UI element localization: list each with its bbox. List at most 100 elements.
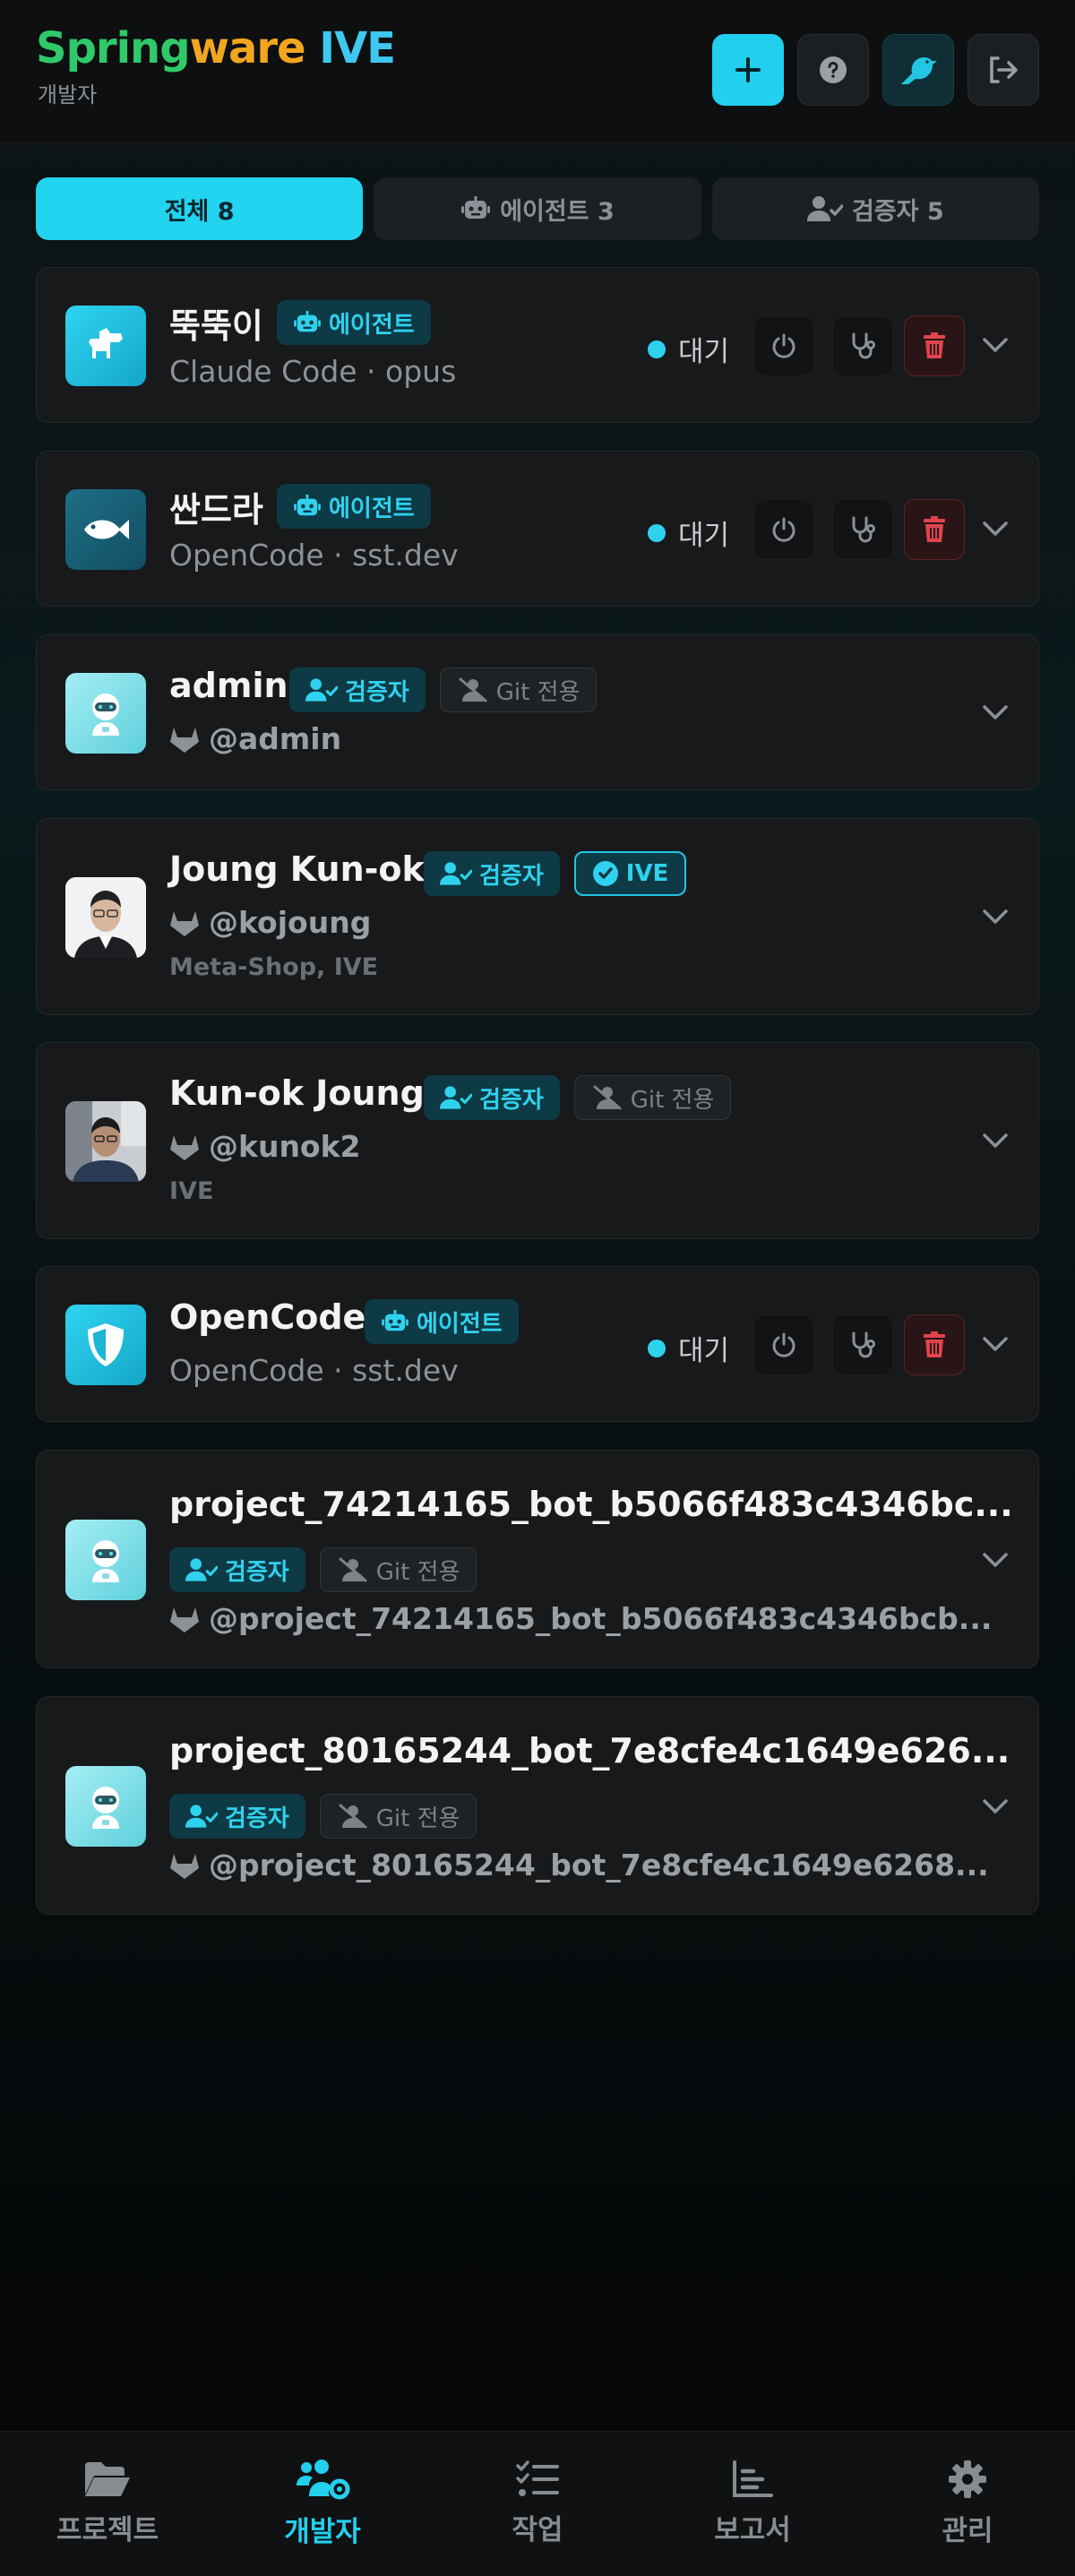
logout-button[interactable] bbox=[968, 34, 1039, 106]
nav-reports[interactable]: 보고서 bbox=[645, 2432, 860, 2576]
robot-icon bbox=[294, 495, 321, 516]
chevron-down-icon bbox=[983, 1133, 1008, 1148]
bird-button[interactable] bbox=[882, 34, 954, 106]
git-only-badge: Git 전용 bbox=[439, 668, 598, 712]
verifier-badge-label: 검증자 bbox=[225, 1805, 289, 1832]
user-slash-icon bbox=[593, 1085, 622, 1110]
nav-admin-label: 관리 bbox=[942, 2515, 993, 2547]
app-header: Springware IVE 개발자 bbox=[0, 0, 1075, 143]
nav-admin[interactable]: 관리 bbox=[860, 2432, 1075, 2576]
tab-all[interactable]: 전체 8 bbox=[36, 177, 364, 240]
gitlab-handle: @project_80165244_bot_7e8cfe4c1649e6268.… bbox=[169, 1848, 989, 1882]
task-list-icon bbox=[516, 2460, 559, 2496]
expand-button[interactable] bbox=[979, 329, 1011, 361]
developer-name: Joung Kun-ok bbox=[169, 849, 425, 889]
status-indicator: 대기 bbox=[648, 329, 729, 369]
handle-text: @admin bbox=[209, 721, 342, 756]
verifier-badge-label: 검증자 bbox=[479, 862, 544, 890]
power-button[interactable] bbox=[753, 315, 814, 376]
developer-name: 싼드라 bbox=[169, 490, 263, 530]
stethoscope-icon bbox=[852, 516, 875, 543]
nav-developers[interactable]: 개발자 bbox=[215, 2432, 430, 2576]
bird-icon bbox=[901, 57, 937, 84]
person-photo bbox=[65, 877, 146, 958]
organizations: Meta-Shop, IVE bbox=[169, 953, 379, 981]
shield-icon bbox=[88, 1323, 124, 1366]
health-check-button[interactable] bbox=[832, 315, 893, 376]
status-dot bbox=[648, 523, 666, 542]
power-icon bbox=[772, 517, 796, 542]
nav-projects[interactable]: 프로젝트 bbox=[0, 2432, 215, 2576]
tab-all-label: 전체 8 bbox=[164, 197, 235, 226]
gear-icon bbox=[949, 2460, 986, 2498]
health-check-button[interactable] bbox=[832, 499, 893, 560]
expand-button[interactable] bbox=[979, 900, 1011, 933]
developer-card[interactable]: Joung Kun-ok 검증자 IVE @kojoung Meta-Shop,… bbox=[36, 818, 1039, 1015]
expand-button[interactable] bbox=[979, 1790, 1011, 1822]
developer-card[interactable]: project_80165244_bot_7e8cfe4c1649e626...… bbox=[36, 1696, 1039, 1915]
developer-card[interactable]: OpenCode 에이전트 OpenCode · sst.dev 대기 bbox=[36, 1266, 1039, 1422]
nav-developers-label: 개발자 bbox=[284, 2516, 361, 2548]
delete-button[interactable] bbox=[904, 499, 965, 560]
tab-verifiers[interactable]: 검증자 5 bbox=[711, 177, 1039, 240]
developer-card[interactable]: 뚝뚝이 에이전트 Claude Code · opus 대기 bbox=[36, 267, 1039, 423]
delete-button[interactable] bbox=[904, 1314, 965, 1375]
user-slash-icon bbox=[339, 1804, 367, 1829]
avatar bbox=[65, 1766, 146, 1847]
expand-button[interactable] bbox=[979, 696, 1011, 728]
developer-card[interactable]: Kun-ok Joung 검증자 Git 전용 @kunok2 IVE bbox=[36, 1042, 1039, 1239]
status-text: 대기 bbox=[678, 520, 730, 552]
developer-card[interactable]: admin 검증자 Git 전용 @admin bbox=[36, 634, 1039, 790]
verifier-badge: 검증자 bbox=[289, 668, 426, 712]
developer-name: admin bbox=[169, 666, 288, 705]
add-button[interactable] bbox=[712, 34, 784, 106]
power-icon bbox=[772, 1332, 796, 1357]
gitlab-handle: @kunok2 bbox=[169, 1129, 361, 1164]
expand-button[interactable] bbox=[979, 1328, 1011, 1360]
status-dot bbox=[648, 1339, 666, 1357]
developer-name: 뚝뚝이 bbox=[169, 306, 263, 346]
agent-badge-label: 에이전트 bbox=[329, 495, 415, 522]
user-check-icon bbox=[185, 1558, 218, 1581]
filter-tabs: 전체 8 에이전트 3 검증자 5 bbox=[36, 177, 1039, 240]
bottom-navigation: 프로젝트 개발자 작업 보고서 관리 bbox=[0, 2431, 1075, 2576]
developer-card[interactable]: project_74214165_bot_b5066f483c4346bc...… bbox=[36, 1450, 1039, 1668]
nav-tasks[interactable]: 작업 bbox=[430, 2432, 645, 2576]
user-check-icon bbox=[440, 1086, 472, 1109]
ive-badge: IVE bbox=[573, 851, 687, 896]
developer-card[interactable]: 싼드라 에이전트 OpenCode · sst.dev 대기 bbox=[36, 451, 1039, 607]
user-check-icon bbox=[806, 196, 843, 221]
organizations: IVE bbox=[169, 1177, 214, 1205]
expand-button[interactable] bbox=[979, 513, 1011, 545]
agent-info: OpenCode · sst.dev bbox=[169, 538, 459, 573]
person-photo bbox=[65, 1101, 146, 1182]
power-button[interactable] bbox=[753, 1314, 814, 1375]
chevron-down-icon bbox=[983, 1337, 1008, 1351]
agent-badge: 에이전트 bbox=[277, 300, 431, 345]
page-subtitle: 개발자 bbox=[38, 82, 98, 108]
gitlab-icon bbox=[170, 727, 199, 753]
agent-info: Claude Code · opus bbox=[169, 354, 457, 389]
health-check-button[interactable] bbox=[832, 1314, 893, 1375]
developer-name: OpenCode bbox=[169, 1297, 366, 1337]
gitlab-handle: @admin bbox=[169, 721, 341, 756]
chevron-down-icon bbox=[983, 705, 1008, 719]
tab-agents[interactable]: 에이전트 3 bbox=[374, 177, 701, 240]
chevron-down-icon bbox=[983, 1799, 1008, 1814]
handle-text: @project_80165244_bot_7e8cfe4c1649e6268.… bbox=[209, 1848, 989, 1882]
robot-icon bbox=[382, 1310, 408, 1331]
avatar bbox=[65, 306, 146, 386]
agent-badge-label: 에이전트 bbox=[417, 1310, 503, 1338]
nav-tasks-label: 작업 bbox=[512, 2514, 563, 2546]
delete-button[interactable] bbox=[904, 315, 965, 376]
plus-icon bbox=[735, 57, 761, 82]
developer-name: Kun-ok Joung bbox=[169, 1073, 425, 1113]
help-button[interactable] bbox=[797, 34, 869, 106]
status-dot bbox=[648, 340, 666, 358]
expand-button[interactable] bbox=[979, 1124, 1011, 1157]
chevron-down-icon bbox=[983, 909, 1008, 924]
status-text: 대기 bbox=[678, 1335, 730, 1367]
robot-icon bbox=[294, 311, 321, 332]
power-button[interactable] bbox=[753, 499, 814, 560]
expand-button[interactable] bbox=[979, 1544, 1011, 1576]
